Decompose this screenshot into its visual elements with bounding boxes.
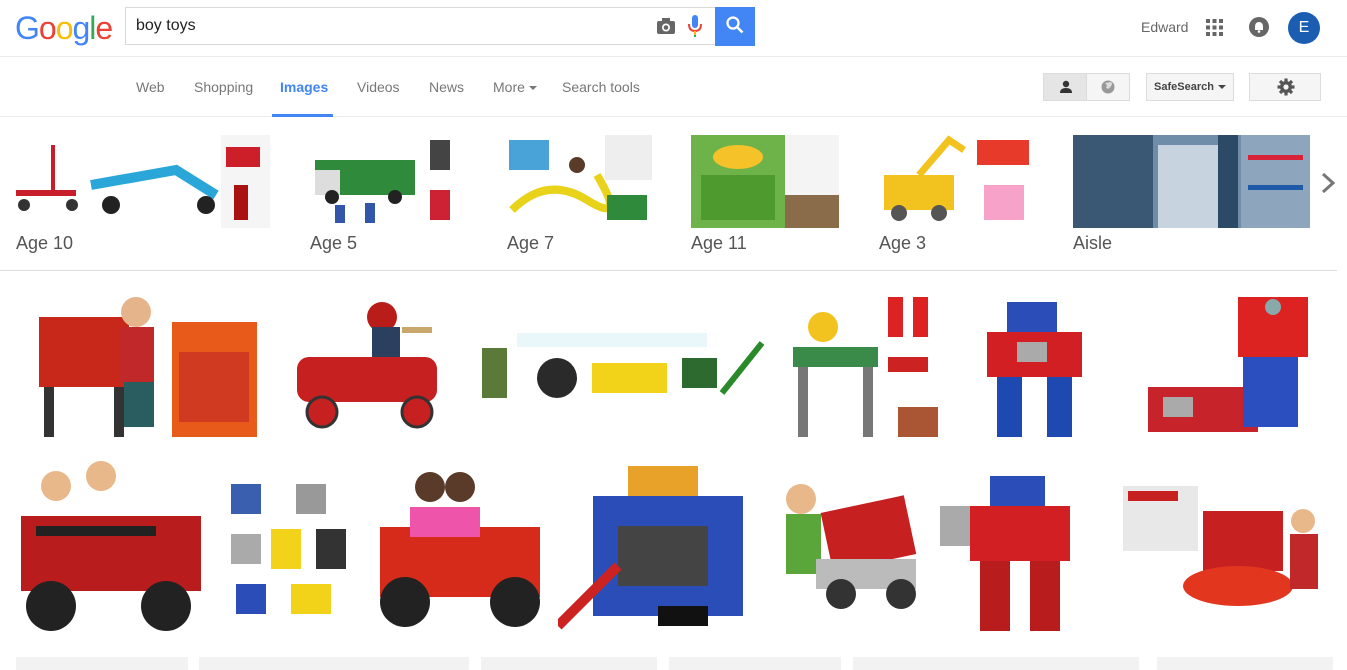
tab-images[interactable]: Images <box>280 79 328 95</box>
image-result[interactable] <box>462 323 776 405</box>
related-search-age-10[interactable]: Age 10 <box>16 135 271 260</box>
globe-icon <box>1101 80 1115 94</box>
tab-search-tools[interactable]: Search tools <box>562 79 640 95</box>
image-result[interactable] <box>935 456 1106 643</box>
nav-bar: Web Shopping Images Videos News More Sea… <box>0 56 1347 117</box>
image-result[interactable] <box>216 474 358 625</box>
related-label: Age 11 <box>691 233 747 253</box>
header: Google Edward <box>0 0 1347 56</box>
related-thumbnail <box>691 135 839 228</box>
image-result[interactable] <box>199 657 469 670</box>
tab-news[interactable]: News <box>429 79 464 95</box>
chevron-right-icon[interactable] <box>1320 172 1336 194</box>
image-result[interactable] <box>1118 476 1333 623</box>
related-thumbnail <box>1073 135 1310 228</box>
image-result[interactable] <box>24 287 267 444</box>
safesearch-label: SafeSearch <box>1154 81 1214 93</box>
image-result[interactable] <box>16 657 188 670</box>
global-results-button[interactable] <box>1086 73 1130 101</box>
related-label: Age 3 <box>879 233 927 253</box>
safesearch-button[interactable]: SafeSearch <box>1146 73 1234 101</box>
user-name[interactable]: Edward <box>1141 19 1188 35</box>
camera-icon[interactable] <box>656 17 676 35</box>
image-result[interactable] <box>558 456 764 643</box>
image-result[interactable] <box>853 657 1139 670</box>
microphone-icon[interactable] <box>688 15 702 37</box>
image-result[interactable] <box>776 474 923 625</box>
related-search-age-5[interactable]: Age 5 <box>310 135 453 260</box>
related-thumbnail <box>879 135 1033 228</box>
notifications-icon[interactable] <box>1249 17 1269 37</box>
related-thumbnail <box>507 135 652 228</box>
tab-web[interactable]: Web <box>136 79 165 95</box>
image-result[interactable] <box>481 657 657 670</box>
settings-button[interactable] <box>1249 73 1321 101</box>
related-search-age-11[interactable]: Age 11 <box>691 135 839 260</box>
search-button[interactable] <box>715 7 755 46</box>
google-logo[interactable]: Google <box>15 10 113 47</box>
divider <box>0 270 1337 271</box>
tab-videos[interactable]: Videos <box>357 79 400 95</box>
chevron-down-icon <box>528 86 537 91</box>
image-result[interactable] <box>669 657 841 670</box>
image-result[interactable] <box>788 287 945 444</box>
image-result[interactable] <box>370 462 546 638</box>
active-tab-indicator <box>272 114 333 117</box>
apps-grid-icon[interactable] <box>1206 19 1223 36</box>
related-label: Age 10 <box>16 233 74 253</box>
search-box <box>125 7 753 45</box>
image-result[interactable] <box>16 456 204 643</box>
image-result[interactable] <box>957 287 1114 444</box>
image-result[interactable] <box>1143 287 1316 444</box>
related-thumbnail <box>16 135 270 228</box>
tab-more-label: More <box>493 79 525 95</box>
tab-shopping[interactable]: Shopping <box>194 79 253 95</box>
search-input[interactable] <box>136 14 636 38</box>
related-search-aisle[interactable]: Aisle <box>1073 135 1310 260</box>
related-search-age-3[interactable]: Age 3 <box>879 135 1033 260</box>
related-label: Aisle <box>1073 233 1113 253</box>
related-label: Age 5 <box>310 233 358 253</box>
avatar[interactable]: E <box>1288 12 1320 44</box>
personal-results-button[interactable] <box>1043 73 1087 101</box>
image-result[interactable] <box>287 287 450 444</box>
person-icon <box>1060 80 1072 93</box>
image-result[interactable] <box>1157 657 1333 670</box>
search-icon <box>726 16 744 34</box>
related-thumbnail <box>310 135 453 228</box>
bell-icon <box>1255 22 1263 33</box>
related-label: Age 7 <box>507 233 555 253</box>
gear-icon <box>1277 78 1295 96</box>
chevron-down-icon <box>1217 85 1226 90</box>
tab-more[interactable]: More <box>493 79 537 95</box>
related-search-age-7[interactable]: Age 7 <box>507 135 652 260</box>
